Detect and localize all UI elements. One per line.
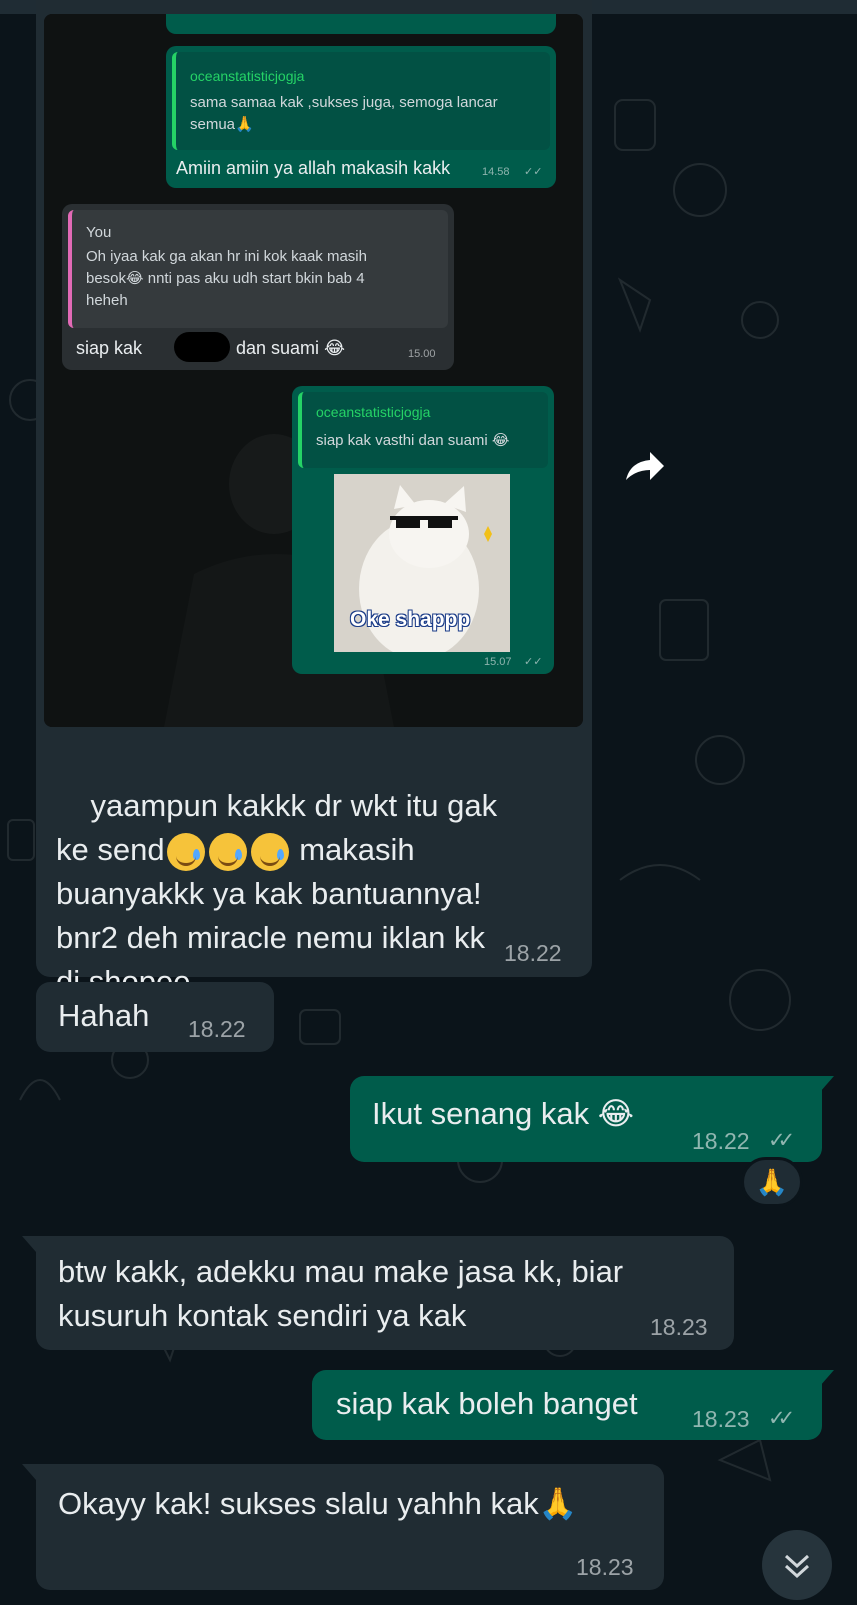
message-time: 18.23 (692, 1406, 750, 1432)
message-text: Ikut senang kak 😂 (372, 1096, 634, 1131)
message-bubble-incoming[interactable]: Okayy kak! sukses slalu yahhh kak🙏 18.23 (36, 1464, 664, 1590)
screenshot-quote-text: siap kak vasthi dan suami 😂 (316, 432, 510, 449)
screenshot-message-text: siap kak (76, 338, 143, 358)
reaction-badge[interactable]: 🙏 (741, 1157, 803, 1207)
message-time: 18.23 (650, 1314, 708, 1340)
message-time: 18.23 (576, 1554, 634, 1580)
message-bubble-incoming[interactable]: btw kakk, adekku mau make jasa kk, biar … (36, 1236, 734, 1350)
redaction-blob (174, 332, 230, 362)
double-check-icon: ✓✓ (768, 1129, 795, 1152)
screenshot-quote-author: oceanstatisticjogja (190, 68, 305, 84)
message-time: 18.22 (692, 1128, 750, 1154)
message-time: 18.22 (504, 940, 562, 966)
double-check-icon: ✓✓ (768, 1407, 795, 1430)
screenshot-quoted-message: oceanstatisticjogja siap kak vasthi dan … (298, 392, 548, 468)
attached-screenshot-image[interactable]: oceanstatisticjogja sama samaa kak ,suks… (44, 14, 583, 727)
screenshot-outgoing-bubble: oceanstatisticjogja sama samaa kak ,suks… (166, 46, 556, 188)
message-text: Hahah (58, 998, 150, 1033)
screenshot-message-time: 15.07 (484, 656, 512, 668)
screenshot-quote-text: sama samaa kak ,sukses juga, semoga lanc… (190, 94, 498, 133)
screenshot-partial-bubble (166, 14, 556, 34)
message-bubble-outgoing[interactable]: siap kak boleh banget 18.23 ✓✓ (312, 1370, 822, 1440)
screenshot-quote-text: Oh iyaa kak ga akan hr ini kok kaak masi… (86, 248, 367, 309)
crying-face-icon (250, 832, 289, 871)
sticker-caption: Oke shappp (350, 608, 471, 631)
message-text: Okayy kak! sukses slalu yahhh kak🙏 (58, 1486, 578, 1521)
screenshot-quoted-message: You Oh iyaa kak ga akan hr ini kok kaak … (68, 210, 448, 328)
screenshot-message-time: 14.58 (482, 166, 510, 178)
bubble-tail (820, 1370, 834, 1386)
message-text: btw kakk, adekku mau make jasa kk, biar … (58, 1254, 624, 1333)
message-bubble-incoming[interactable]: Hahah 18.22 (36, 982, 274, 1052)
screenshot-quoted-message: oceanstatisticjogja sama samaa kak ,suks… (172, 52, 550, 150)
cat-sticker-image: Oke shappp (334, 474, 510, 652)
screenshot-message-text: dan suami 😂 (236, 338, 346, 358)
chevron-double-down-icon (784, 1554, 810, 1579)
message-text: siap kak boleh banget (336, 1386, 638, 1421)
screenshot-quote-author: You (86, 224, 112, 241)
screenshot-quote-author: oceanstatisticjogja (316, 404, 431, 420)
screenshot-incoming-bubble: You Oh iyaa kak ga akan hr ini kok kaak … (62, 204, 454, 370)
forward-button[interactable] (620, 446, 668, 490)
screenshot-outgoing-sticker-bubble: oceanstatisticjogja siap kak vasthi dan … (292, 386, 554, 674)
forward-arrow-icon (626, 452, 664, 480)
message-bubble-incoming[interactable]: oceanstatisticjogja sama samaa kak ,suks… (36, 0, 592, 999)
bubble-tail (22, 1464, 36, 1480)
double-check-icon: ✓✓ (524, 166, 543, 178)
crying-face-icon (166, 832, 205, 871)
screenshot-message-text: Amiin amiin ya allah makasih kakk (176, 158, 451, 178)
bubble-tail (820, 1076, 834, 1092)
bubble-tail (22, 1236, 36, 1252)
scroll-to-bottom-button[interactable] (762, 1530, 832, 1600)
double-check-icon: ✓✓ (524, 656, 543, 668)
screenshot-message-time: 15.00 (408, 348, 436, 360)
message-time: 18.22 (188, 1016, 246, 1042)
message-bubble-outgoing[interactable]: Ikut senang kak 😂 18.22 ✓✓ (350, 1076, 822, 1162)
crying-face-icon (208, 832, 247, 871)
